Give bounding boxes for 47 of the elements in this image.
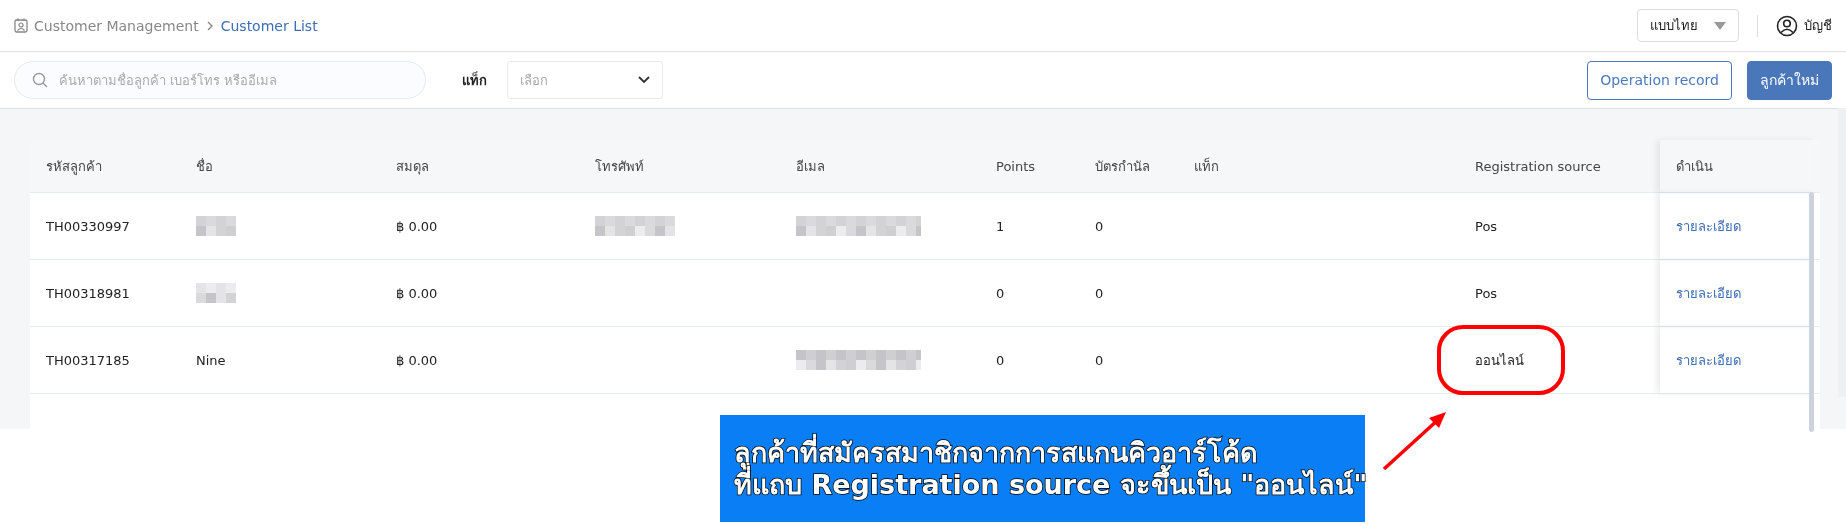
- column-header: อีเมล: [796, 157, 825, 176]
- table-cell: 0: [996, 352, 1005, 368]
- operation-record-button[interactable]: Operation record: [1587, 60, 1732, 100]
- tag-label: แท็ก: [462, 70, 487, 90]
- scrollbar[interactable]: [1809, 192, 1814, 432]
- pointer-arrow: [1382, 410, 1448, 472]
- table-cell: TH00318981: [46, 285, 130, 301]
- table-cell: ฿ 0.00: [396, 352, 438, 368]
- column-header: รหัสลูกค้า: [46, 157, 102, 177]
- column-header: Points: [996, 158, 1036, 174]
- column-header: โทรศัพท์: [595, 157, 644, 176]
- language-select[interactable]: แบบไทย: [1637, 9, 1739, 42]
- details-link[interactable]: รายละเอียด: [1676, 282, 1741, 304]
- breadcrumb-item[interactable]: Customer Management: [34, 17, 199, 34]
- breadcrumb-item[interactable]: Customer List: [220, 17, 318, 34]
- column-header: สมดุล: [396, 157, 429, 177]
- table-cell: 0: [1095, 218, 1104, 234]
- chevron-down-icon: [638, 76, 650, 84]
- table-cell: 0: [1095, 352, 1104, 368]
- table-cell: Nine: [196, 352, 226, 368]
- table-cell: 0: [996, 285, 1005, 301]
- table-cell: TH00317185: [46, 352, 130, 368]
- pixelated-text: [196, 283, 236, 303]
- table-cell: ฿ 0.00: [396, 285, 438, 301]
- table-cell: Pos: [1475, 285, 1498, 301]
- table-cell: 0: [1095, 285, 1104, 301]
- table-cell: Pos: [1475, 218, 1498, 234]
- details-link[interactable]: รายละเอียด: [1676, 215, 1741, 237]
- pixelated-text: [196, 216, 236, 236]
- page-scrollbar[interactable]: [1838, 108, 1846, 397]
- column-header: บัตรกำนัล: [1095, 157, 1150, 176]
- dropdown-triangle-icon: [1714, 21, 1726, 30]
- column-header: Registration source: [1475, 158, 1601, 174]
- table-cell-text: ออนไลน์: [1475, 351, 1524, 370]
- table-cell: 1: [996, 218, 1005, 234]
- column-header: ชื่อ: [196, 157, 213, 176]
- contact-card-icon: [14, 18, 28, 33]
- table-cell: ฿ 0.00: [396, 218, 438, 234]
- column-header: แท็ก: [1194, 156, 1219, 176]
- table-cell: TH00330997: [46, 218, 130, 234]
- column-header: ดำเนิน: [1676, 157, 1713, 176]
- details-link[interactable]: รายละเอียด: [1676, 349, 1741, 371]
- new-customer-button[interactable]: ลูกค้าใหม่: [1747, 60, 1832, 100]
- account-label[interactable]: บัญชี: [1804, 15, 1832, 36]
- search-field[interactable]: ค้นหาตามชื่อลูกค้า เบอร์โทร หรืออีเมล: [14, 61, 426, 99]
- search-icon: [32, 72, 48, 88]
- user-icon[interactable]: [1776, 14, 1798, 37]
